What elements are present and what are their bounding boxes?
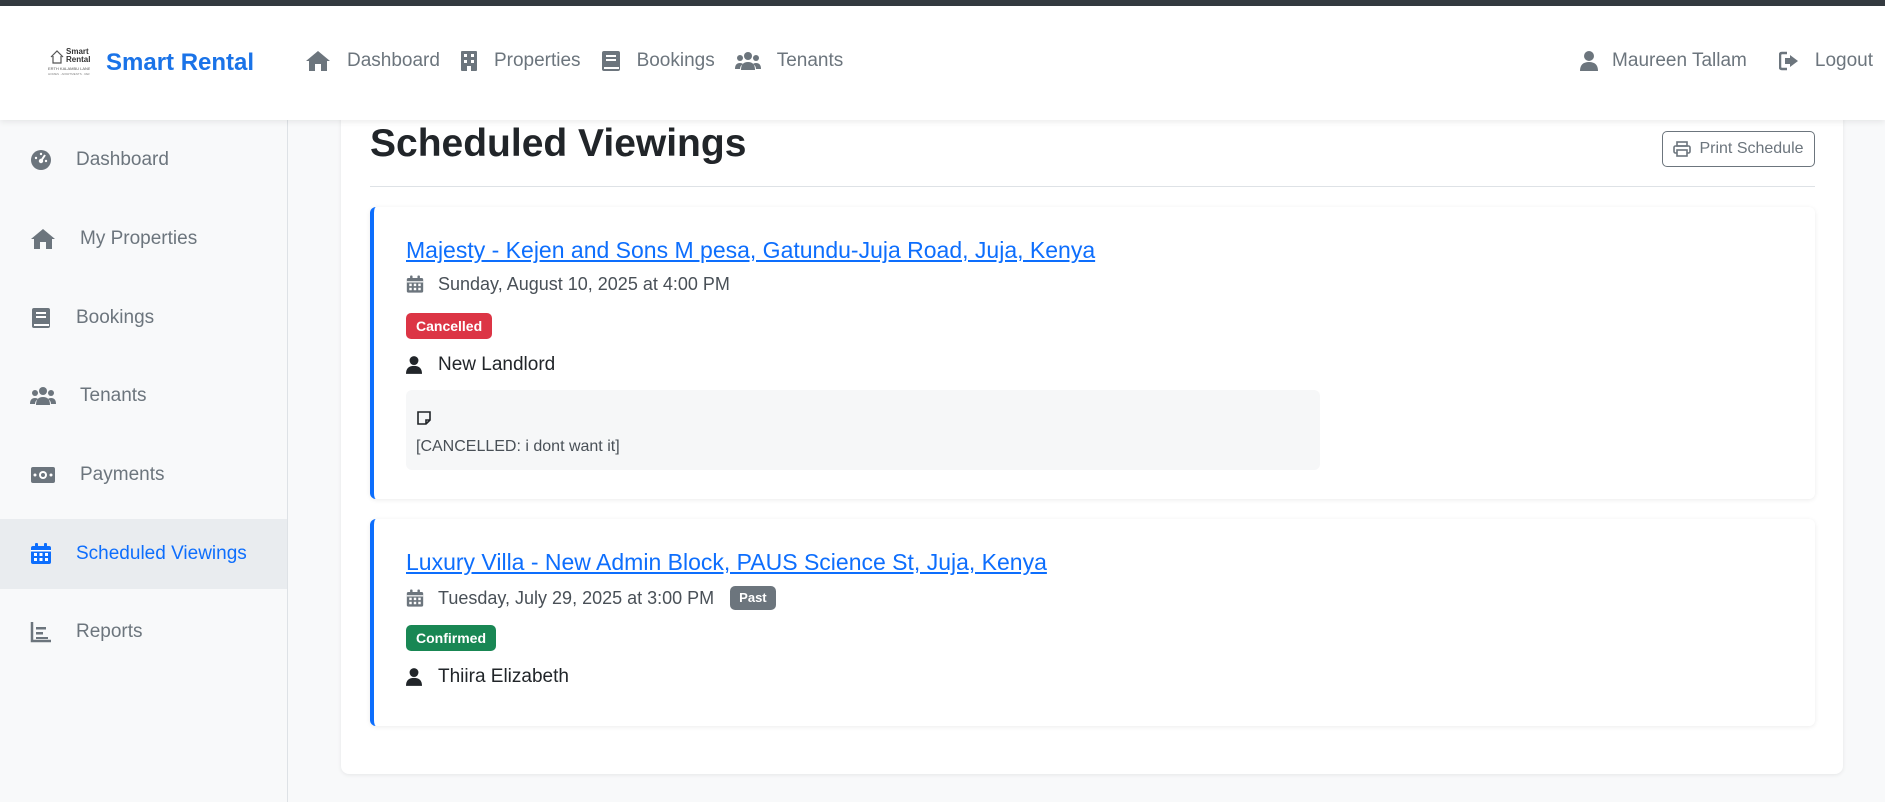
- sidebar-item-label: My Properties: [80, 228, 198, 249]
- calendar-icon: [406, 589, 424, 607]
- logout-icon: [1778, 51, 1798, 71]
- topnav-label: Tenants: [776, 50, 844, 71]
- viewing-person-name: Thiira Elizabeth: [438, 666, 569, 687]
- sidebar-item-label: Tenants: [80, 385, 147, 406]
- users-icon: [30, 387, 56, 405]
- print-schedule-label: Print Schedule: [1699, 140, 1804, 157]
- sidebar-item-scheduled-viewings[interactable]: Scheduled Viewings: [0, 519, 287, 589]
- sidebar-item-reports[interactable]: Reports: [0, 597, 287, 667]
- sidebar-item-payments[interactable]: Payments: [0, 440, 287, 510]
- top-nav: Dashboard Properties Bookings Tenants: [305, 50, 863, 72]
- topnav-label: Properties: [493, 50, 581, 71]
- past-badge: Past: [730, 586, 776, 610]
- logout-link[interactable]: Logout: [1778, 50, 1873, 72]
- user-name: Maureen Tallam: [1612, 50, 1747, 71]
- sidebar-item-bookings[interactable]: Bookings: [0, 283, 287, 353]
- status-badge: Confirmed: [406, 625, 496, 651]
- user-icon: [406, 356, 422, 374]
- brand[interactable]: Smart Rental ERTH KALAMBU LANE HOMES · A…: [48, 48, 254, 78]
- topnav-item-tenants[interactable]: Tenants: [734, 50, 844, 72]
- building-icon: [460, 51, 477, 71]
- viewing-note-text: [CANCELLED: i dont want it]: [416, 438, 620, 455]
- user-icon: [1580, 51, 1599, 71]
- sidebar-item-label: Reports: [76, 621, 143, 642]
- viewing-person-name: New Landlord: [438, 354, 556, 375]
- user-menu[interactable]: Maureen Tallam: [1580, 50, 1747, 72]
- status-badge: Cancelled: [406, 313, 493, 339]
- sticky-note-icon: [417, 411, 431, 425]
- title-divider: [370, 186, 1815, 187]
- viewing-date-text: Sunday, August 10, 2025 at 4:00 PM: [438, 274, 730, 294]
- book-icon: [601, 51, 620, 71]
- calendar-icon: [31, 543, 51, 564]
- sidebar-item-label: Scheduled Viewings: [76, 543, 247, 564]
- sidebar-item-label: Payments: [80, 464, 165, 485]
- sidebar-item-label: Dashboard: [76, 149, 169, 170]
- topnav-label: Bookings: [636, 50, 715, 71]
- viewing-date-text: Tuesday, July 29, 2025 at 3:00 PM: [438, 587, 715, 608]
- user-icon: [406, 668, 422, 686]
- printer-icon: [1673, 141, 1692, 157]
- logo-tagline: ERTH KALAMBU LANE: [48, 66, 90, 71]
- brand-name[interactable]: Smart Rental: [106, 49, 254, 77]
- logo-house-icon: [50, 50, 64, 64]
- logout-label: Logout: [1814, 50, 1873, 71]
- viewing-date: Tuesday, July 29, 2025 at 3:00 PM Past: [406, 586, 776, 610]
- topnav-label: Dashboard: [347, 50, 440, 71]
- viewing-card: Majesty - Kejen and Sons M pesa, Gatundu…: [370, 207, 1815, 499]
- logo-text: Rental: [66, 55, 91, 64]
- viewing-property-link[interactable]: Majesty - Kejen and Sons M pesa, Gatundu…: [406, 237, 1095, 264]
- money-icon: [31, 467, 55, 483]
- topnav-item-bookings[interactable]: Bookings: [601, 50, 715, 72]
- sidebar-item-my-properties[interactable]: My Properties: [0, 204, 287, 274]
- logo-subtagline: HOMES · APARTMENTS · RENTALS: [48, 72, 90, 76]
- book-icon: [32, 308, 50, 328]
- logo: Smart Rental ERTH KALAMBU LANE HOMES · A…: [48, 48, 90, 78]
- calendar-icon: [406, 275, 424, 293]
- gauge-icon: [31, 150, 51, 170]
- viewing-date: Sunday, August 10, 2025 at 4:00 PM: [406, 274, 730, 295]
- viewing-property-link[interactable]: Luxury Villa - New Admin Block, PAUS Sci…: [406, 549, 1047, 576]
- top-navbar: Smart Rental ERTH KALAMBU LANE HOMES · A…: [0, 6, 1885, 120]
- sidebar-item-dashboard[interactable]: Dashboard: [0, 125, 287, 195]
- viewing-person: Thiira Elizabeth: [406, 666, 569, 688]
- print-schedule-button[interactable]: Print Schedule: [1662, 131, 1815, 167]
- viewing-person: New Landlord: [406, 354, 555, 376]
- page-title: Scheduled Viewings: [370, 122, 747, 165]
- user-nav: Maureen Tallam Logout: [1548, 50, 1873, 72]
- sidebar-item-tenants[interactable]: Tenants: [0, 361, 287, 431]
- viewing-card: Luxury Villa - New Admin Block, PAUS Sci…: [370, 519, 1815, 726]
- sidebar-item-label: Bookings: [76, 307, 155, 328]
- home-icon: [306, 51, 330, 71]
- home-icon: [31, 229, 55, 249]
- topnav-item-dashboard[interactable]: Dashboard: [305, 50, 440, 72]
- topnav-item-properties[interactable]: Properties: [460, 50, 581, 72]
- chart-icon: [30, 622, 51, 643]
- sidebar: Dashboard My Properties Bookings Tenants…: [0, 120, 288, 802]
- users-icon: [734, 52, 761, 70]
- viewing-note: [CANCELLED: i dont want it]: [406, 390, 1320, 470]
